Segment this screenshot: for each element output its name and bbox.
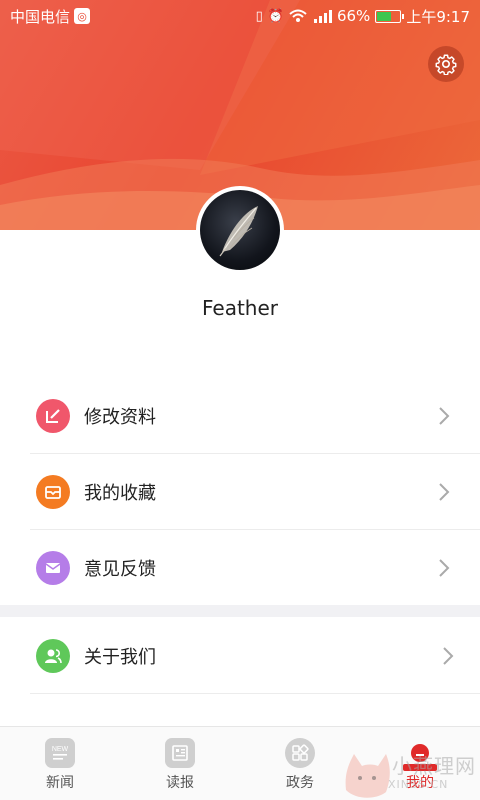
- clock-time: 上午9:17: [406, 7, 470, 26]
- tab-label: 读报: [166, 775, 194, 791]
- section-separator: [0, 605, 480, 617]
- newspaper-icon: [165, 738, 195, 768]
- tab-label: 政务: [286, 775, 314, 791]
- watermark-subtext: XINSS.CN: [388, 778, 449, 791]
- favorites-icon: [36, 475, 70, 509]
- wifi-icon: [289, 9, 307, 22]
- tab-news[interactable]: NEW 新闻: [0, 727, 120, 800]
- menu-label: 意见反馈: [84, 559, 156, 580]
- alarm-icon: ⏰: [267, 8, 284, 24]
- gear-icon: [435, 54, 457, 75]
- menu-label: 我的收藏: [84, 483, 156, 504]
- chevron-right-icon: [443, 647, 454, 665]
- mail-icon: [36, 551, 70, 585]
- chevron-right-icon: [439, 407, 450, 425]
- battery-level: [377, 11, 392, 21]
- tab-government[interactable]: 政务: [240, 727, 360, 800]
- settings-button[interactable]: [428, 46, 464, 82]
- menu-item-edit-profile[interactable]: 修改资料: [30, 378, 480, 454]
- chevron-right-icon: [439, 483, 450, 501]
- watermark-text: 小燕理网: [392, 754, 476, 778]
- tab-label: 新闻: [46, 775, 74, 791]
- menu-label: 修改资料: [84, 407, 156, 428]
- edit-icon: [36, 399, 70, 433]
- carrier-name: 中国电信: [10, 7, 71, 26]
- carrier-logo-icon: ◎: [74, 8, 91, 24]
- profile-screen: 中国电信 ◎ ▯ ⏰ 66% 上午9:17 Feather 修改资料 我的收藏 …: [0, 0, 480, 800]
- users-icon: [36, 639, 70, 673]
- divider: [30, 693, 480, 694]
- status-bar: 中国电信 ◎ ▯ ⏰ 66% 上午9:17: [0, 0, 480, 32]
- battery-icon: [375, 9, 405, 23]
- signal-icon: [313, 10, 332, 23]
- username: Feather: [201, 296, 278, 320]
- battery-percent: 66%: [336, 7, 371, 25]
- avatar-frame[interactable]: [196, 186, 284, 274]
- menu-item-feedback[interactable]: 意见反馈: [30, 530, 450, 606]
- grid-icon: [285, 738, 315, 768]
- menu-label: 关于我们: [84, 647, 156, 668]
- menu-item-my-favorites[interactable]: 我的收藏: [30, 454, 480, 530]
- avatar[interactable]: [200, 190, 280, 270]
- news-icon: NEW: [45, 738, 75, 768]
- menu-item-about-us[interactable]: 关于我们: [30, 618, 480, 694]
- tab-newspaper[interactable]: 读报: [120, 727, 240, 800]
- news-icon-badge: NEW: [52, 746, 69, 753]
- chevron-right-icon: [439, 559, 450, 577]
- feather-image: [219, 206, 258, 257]
- vibrate-icon: ▯: [255, 8, 263, 24]
